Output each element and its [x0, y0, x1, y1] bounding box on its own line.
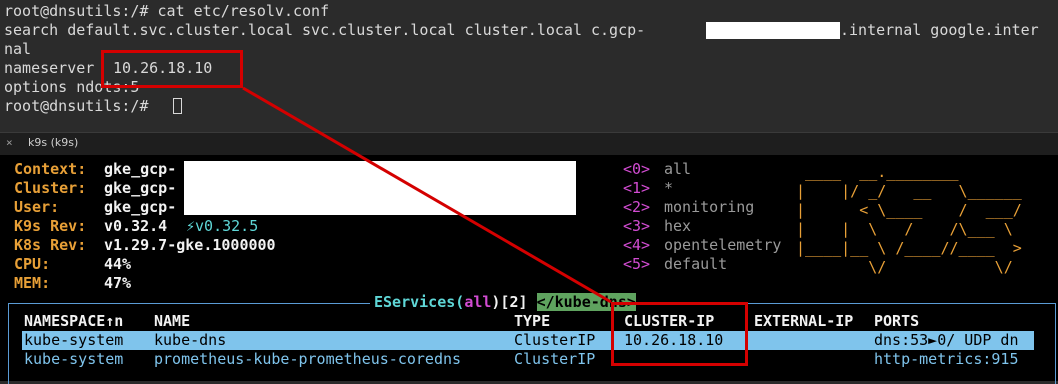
- column-header-external-ip[interactable]: EXTERNAL-IP: [754, 312, 853, 331]
- row-2-ports[interactable]: http-metrics:915: [874, 350, 1019, 369]
- terminal-cursor: [173, 98, 182, 114]
- row-1-type[interactable]: ClusterIP: [514, 331, 595, 350]
- terminal-line-wrap: nal: [4, 40, 32, 58]
- tab-k9s[interactable]: k9s (k9s): [28, 136, 78, 149]
- hotkey-0-label[interactable]: all: [664, 160, 691, 179]
- terminal-prompt: root@dnsutils:/#: [4, 97, 158, 115]
- row-1-ports[interactable]: dns:53►0/ UDP dn: [874, 331, 1019, 350]
- mem-value: 47%: [104, 274, 132, 292]
- column-header-name[interactable]: NAME: [154, 312, 190, 331]
- column-header-namespace-text: NAMESPACE↑n: [24, 312, 124, 330]
- column-header-ports[interactable]: PORTS: [874, 312, 919, 331]
- hotkey-4-key[interactable]: <4>: [623, 236, 650, 255]
- k8s-rev-value: v1.29.7-gke.1000000: [104, 236, 276, 254]
- user-value: gke_gcp-: [104, 198, 177, 216]
- services-title-namespace: all: [464, 293, 492, 311]
- highlight-box-nameserver: [101, 50, 243, 88]
- cpu-label: CPU:: [14, 255, 51, 273]
- hotkey-2-label[interactable]: monitoring: [664, 198, 754, 217]
- hotkey-1-key[interactable]: <1>: [623, 179, 650, 198]
- hotkey-1-label[interactable]: *: [664, 179, 673, 198]
- user-label: User:: [14, 198, 60, 216]
- mem-label: MEM:: [14, 274, 51, 292]
- k9s-rev-value: v0.32.4: [104, 217, 168, 235]
- hotkey-4-label[interactable]: opentelemetry: [664, 236, 781, 255]
- services-title-count: )[2]: [491, 293, 528, 311]
- hotkey-5-key[interactable]: <5>: [623, 255, 650, 274]
- services-title: EServices(all)[2] </kube-dns>: [370, 293, 640, 312]
- redacted-cluster-info: [184, 161, 576, 215]
- terminal-line-search-suffix: .internal google.inter: [840, 21, 1039, 39]
- highlight-box-cluster-ip: [611, 302, 748, 366]
- k9s-logo-line-5: |____|__ \ /____//____ >: [796, 239, 1022, 257]
- hotkey-3-label[interactable]: hex: [664, 217, 691, 236]
- redacted-project-id: [706, 22, 840, 39]
- context-value: gke_gcp-: [104, 160, 177, 178]
- column-header-namespace[interactable]: NAMESPACE↑n: [24, 312, 123, 331]
- k8s-rev-label: K8s Rev:: [14, 236, 87, 254]
- tab-close-icon[interactable]: ×: [6, 136, 13, 149]
- services-title-resource: EServices(: [374, 293, 465, 311]
- row-1-name[interactable]: kube-dns: [154, 331, 226, 350]
- terminal-line-nameserver-label: nameserver: [4, 59, 95, 77]
- cluster-value: gke_gcp-: [104, 179, 177, 197]
- k9s-update-available: ⚡v0.32.5: [186, 217, 259, 235]
- context-label: Context:: [14, 160, 87, 178]
- k9s-logo-line-3: | < \____ / ___/: [796, 201, 1022, 219]
- hotkey-0-key[interactable]: <0>: [623, 160, 650, 179]
- row-2-namespace[interactable]: kube-system: [24, 350, 123, 369]
- cpu-value: 44%: [104, 255, 132, 273]
- k9s-terminal[interactable]: Context: gke_gcp- Cluster: gke_gcp- User…: [0, 155, 1058, 384]
- terminal-tab-bar: × k9s (k9s): [0, 132, 1058, 155]
- column-header-type[interactable]: TYPE: [514, 312, 550, 331]
- terminal-line-search: search default.svc.cluster.local svc.clu…: [4, 21, 646, 39]
- terminal-line-command: root@dnsutils:/# cat etc/resolv.conf: [4, 2, 330, 20]
- k9s-logo-line-1: ____ __.________: [796, 163, 1022, 181]
- row-1-namespace[interactable]: kube-system: [24, 331, 123, 350]
- k9s-rev-label: K9s Rev:: [14, 217, 87, 235]
- k9s-logo-line-4: | | \ / /\___ \: [796, 220, 1022, 238]
- cluster-label: Cluster:: [14, 179, 87, 197]
- row-2-name[interactable]: prometheus-kube-prometheus-coredns: [154, 350, 461, 369]
- k9s-logo-line-2: | |/ _/ __ \______: [796, 182, 1022, 200]
- hotkey-2-key[interactable]: <2>: [623, 198, 650, 217]
- hotkey-3-key[interactable]: <3>: [623, 217, 650, 236]
- hotkey-5-label[interactable]: default: [664, 255, 727, 274]
- row-2-type[interactable]: ClusterIP: [514, 350, 595, 369]
- k9s-logo-line-6: \/ \/: [796, 258, 1022, 276]
